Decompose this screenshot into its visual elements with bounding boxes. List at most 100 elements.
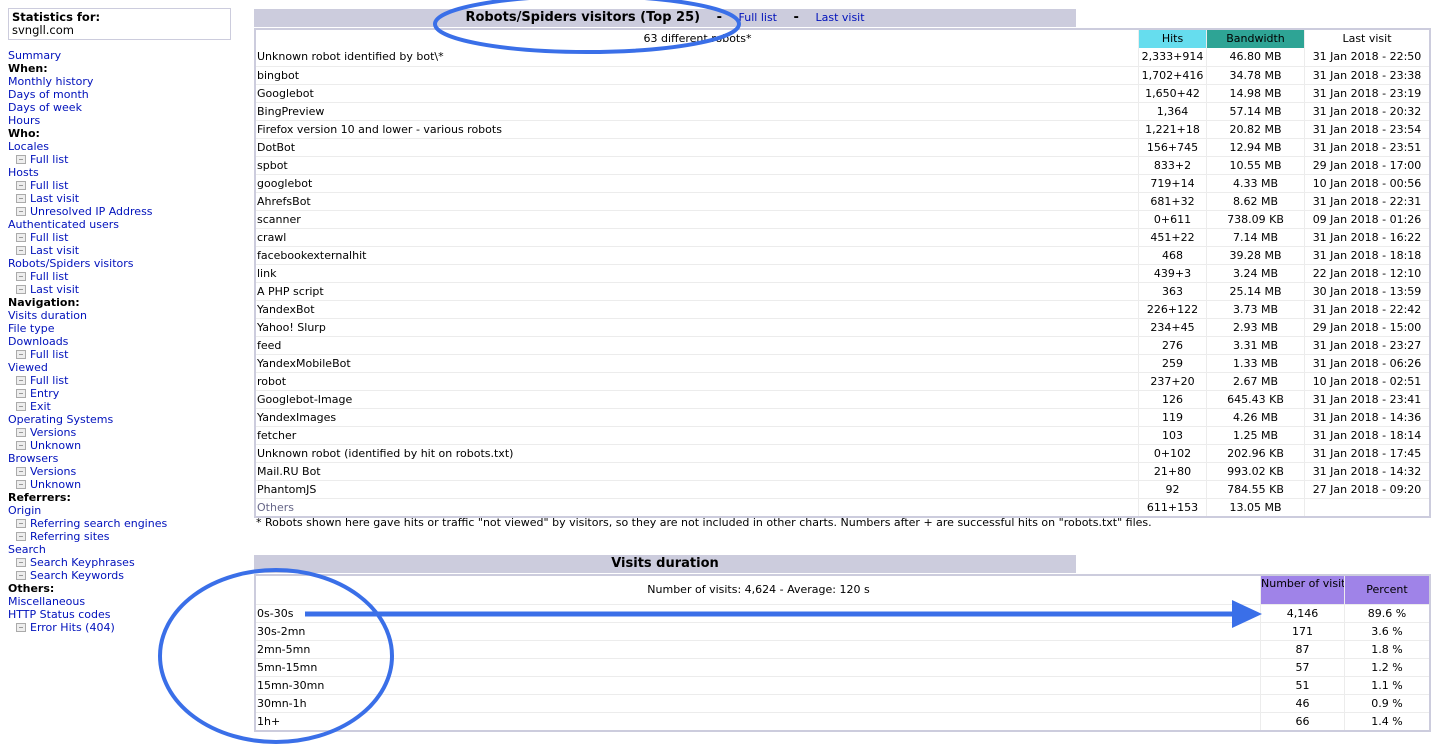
menu-link-last-visit[interactable]: Last visit [8, 283, 238, 296]
submenu-box-icon [16, 467, 26, 476]
menu-link-search-keywords[interactable]: Search Keywords [8, 569, 238, 582]
menu-item-label[interactable]: Search [8, 543, 46, 556]
menu-link-unknown[interactable]: Unknown [8, 478, 238, 491]
menu-link-locales[interactable]: Locales [8, 140, 238, 153]
robot-last-visit: 30 Jan 2018 - 13:59 [1304, 283, 1429, 300]
menu-link-hosts[interactable]: Hosts [8, 166, 238, 179]
robot-name: robot [257, 375, 287, 388]
menu-link-exit[interactable]: Exit [8, 400, 238, 413]
menu-item-label[interactable]: Entry [30, 387, 59, 400]
menu-link-days-of-month[interactable]: Days of month [8, 88, 238, 101]
menu-item-label[interactable]: Referring sites [30, 530, 110, 543]
robot-hits: 103 [1138, 427, 1206, 444]
menu-link-versions[interactable]: Versions [8, 465, 238, 478]
menu-link-file-type[interactable]: File type [8, 322, 238, 335]
robot-name: crawl [257, 231, 287, 244]
menu-link-full-list[interactable]: Full list [8, 179, 238, 192]
menu-link-unknown[interactable]: Unknown [8, 439, 238, 452]
menu-item-label[interactable]: Hosts [8, 166, 39, 179]
menu-item-label[interactable]: Operating Systems [8, 413, 113, 426]
menu-link-search[interactable]: Search [8, 543, 238, 556]
menu-item-label[interactable]: File type [8, 322, 54, 335]
menu-item-label[interactable]: Versions [30, 426, 76, 439]
menu-item-label[interactable]: Authenticated users [8, 218, 119, 231]
menu-item-label[interactable]: Summary [8, 49, 61, 62]
menu-item-label[interactable]: HTTP Status codes [8, 608, 110, 621]
menu-item-label[interactable]: Full list [30, 374, 68, 387]
robot-bandwidth: 2.93 MB [1206, 319, 1304, 336]
menu-link-last-visit[interactable]: Last visit [8, 192, 238, 205]
menu-link-unresolved-ip-address[interactable]: Unresolved IP Address [8, 205, 238, 218]
menu-link-full-list[interactable]: Full list [8, 270, 238, 283]
robots-last-visit-link[interactable]: Last visit [815, 11, 864, 24]
menu-item-label[interactable]: Unknown [30, 439, 81, 452]
menu-link-summary[interactable]: Summary [8, 49, 238, 62]
menu-link-downloads[interactable]: Downloads [8, 335, 238, 348]
menu-link-full-list[interactable]: Full list [8, 231, 238, 244]
menu-link-visits-duration[interactable]: Visits duration [8, 309, 238, 322]
menu-item-label[interactable]: Error Hits (404) [30, 621, 115, 634]
menu-item-label[interactable]: Downloads [8, 335, 68, 348]
menu-item-label[interactable]: Last visit [30, 244, 79, 257]
menu-item-label[interactable]: Days of month [8, 88, 89, 101]
menu-link-versions[interactable]: Versions [8, 426, 238, 439]
menu-item-label[interactable]: Search Keyphrases [30, 556, 135, 569]
menu-item-label[interactable]: Last visit [30, 192, 79, 205]
menu-link-last-visit[interactable]: Last visit [8, 244, 238, 257]
menu-link-days-of-week[interactable]: Days of week [8, 101, 238, 114]
menu-link-robots-spiders-visitors[interactable]: Robots/Spiders visitors [8, 257, 238, 270]
menu-item-label[interactable]: Referring search engines [30, 517, 167, 530]
menu-link-referring-sites[interactable]: Referring sites [8, 530, 238, 543]
menu-item-label[interactable]: Last visit [30, 283, 79, 296]
menu-item-label[interactable]: Robots/Spiders visitors [8, 257, 134, 270]
menu-link-full-list[interactable]: Full list [8, 348, 238, 361]
robot-name: YandexBot [257, 303, 315, 316]
menu-link-entry[interactable]: Entry [8, 387, 238, 400]
menu-item-label[interactable]: Unknown [30, 478, 81, 491]
menu-link-monthly-history[interactable]: Monthly history [8, 75, 238, 88]
menu-link-full-list[interactable]: Full list [8, 153, 238, 166]
menu-link-origin[interactable]: Origin [8, 504, 238, 517]
robots-footnote: * Robots shown here gave hits or traffic… [256, 516, 1152, 529]
robot-last-visit: 31 Jan 2018 - 16:22 [1304, 229, 1429, 246]
menu-item-label[interactable]: Versions [30, 465, 76, 478]
menu-link-viewed[interactable]: Viewed [8, 361, 238, 374]
robot-row: A PHP script 363 25.14 MB 30 Jan 2018 - 13:… [256, 282, 1429, 300]
menu-item-label[interactable]: Miscellaneous [8, 595, 85, 608]
robot-bandwidth: 3.73 MB [1206, 301, 1304, 318]
menu-item-label[interactable]: Visits duration [8, 309, 87, 322]
menu-item-label[interactable]: Full list [30, 231, 68, 244]
menu-item-label[interactable]: Search Keywords [30, 569, 124, 582]
menu-item-label[interactable]: Unresolved IP Address [30, 205, 153, 218]
menu-link-full-list[interactable]: Full list [8, 374, 238, 387]
menu-link-referring-search-engines[interactable]: Referring search engines [8, 517, 238, 530]
menu-link-browsers[interactable]: Browsers [8, 452, 238, 465]
menu-item-label[interactable]: Monthly history [8, 75, 93, 88]
menu-item-label[interactable]: Days of week [8, 101, 82, 114]
robots-full-list-link[interactable]: Full list [739, 11, 777, 24]
submenu-box-icon [16, 272, 26, 281]
visit-count: 46 [1260, 695, 1344, 712]
menu-item-label[interactable]: Locales [8, 140, 49, 153]
robot-bandwidth: 8.62 MB [1206, 193, 1304, 210]
menu-item-label[interactable]: Origin [8, 504, 41, 517]
menu-item-label[interactable]: Viewed [8, 361, 48, 374]
menu-link-hours[interactable]: Hours [8, 114, 238, 127]
menu-item-label[interactable]: Full list [30, 179, 68, 192]
menu-item-label[interactable]: Exit [30, 400, 51, 413]
menu-item-label[interactable]: Full list [30, 348, 68, 361]
menu-link-operating-systems[interactable]: Operating Systems [8, 413, 238, 426]
menu-link-miscellaneous[interactable]: Miscellaneous [8, 595, 238, 608]
menu-item-label[interactable]: Full list [30, 270, 68, 283]
robot-row: Unknown robot (identified by hit on robo… [256, 444, 1429, 462]
menu-item-label[interactable]: Hours [8, 114, 40, 127]
menu-link-error-hits-404[interactable]: Error Hits (404) [8, 621, 238, 634]
menu-item-label[interactable]: Browsers [8, 452, 58, 465]
robot-last-visit: 31 Jan 2018 - 18:18 [1304, 247, 1429, 264]
robot-row: Mail.RU Bot 21+80 993.02 KB 31 Jan 2018 - 1… [256, 462, 1429, 480]
robot-name: link [257, 267, 277, 280]
menu-link-search-keyphrases[interactable]: Search Keyphrases [8, 556, 238, 569]
menu-link-authenticated-users[interactable]: Authenticated users [8, 218, 238, 231]
menu-item-label[interactable]: Full list [30, 153, 68, 166]
menu-link-http-status-codes[interactable]: HTTP Status codes [8, 608, 238, 621]
